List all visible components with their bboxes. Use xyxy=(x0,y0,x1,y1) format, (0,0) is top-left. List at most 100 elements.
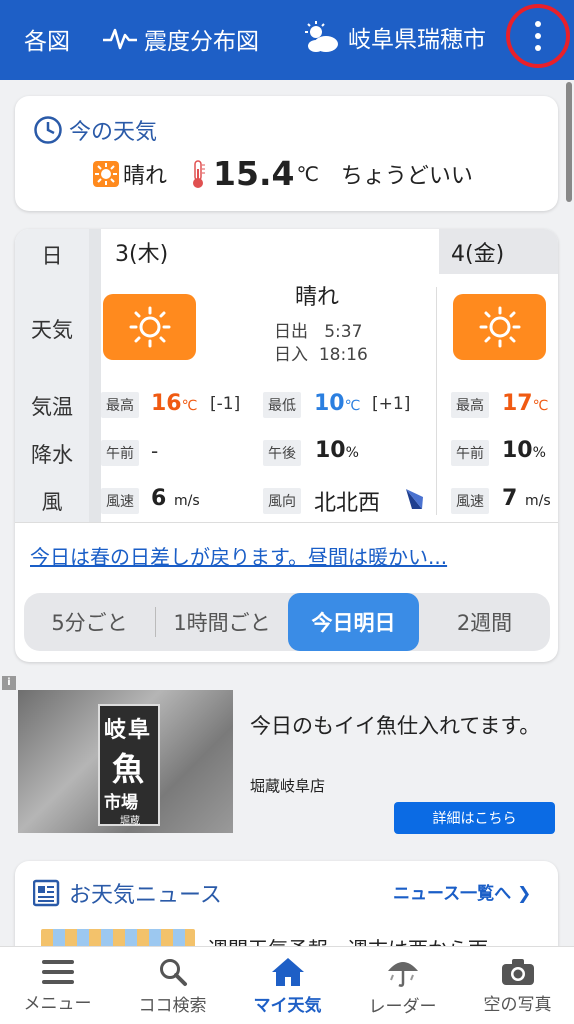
umbrella-icon xyxy=(387,961,418,987)
day1-pm-rain-value: 10 xyxy=(315,438,346,463)
day2-am-rain-unit: % xyxy=(532,445,546,461)
day2-wind-speed-value: 7 xyxy=(502,486,518,511)
day1-wind-speed-unit: m/s xyxy=(173,493,200,509)
label-wind: 風 xyxy=(41,490,63,514)
news-title: お天気ニュース xyxy=(33,877,222,909)
ad-details-button[interactable]: 詳細はこちら xyxy=(394,802,555,834)
day1-sun-times: 日出 5:37 日入 18:16 xyxy=(274,321,368,367)
ad-sign-line4: 堀蔵 xyxy=(120,816,140,827)
tab-my-weather[interactable]: マイ天気 xyxy=(230,947,345,1024)
day2-am-rain: 10% xyxy=(502,438,546,463)
more-dot xyxy=(535,21,541,27)
forecast-divider xyxy=(15,522,558,523)
tab-hourly[interactable]: 1時間ごと xyxy=(156,593,288,651)
more-menu-button[interactable] xyxy=(506,4,570,68)
tab-search-label: ココ検索 xyxy=(138,995,207,1016)
day2-wind-speed-unit: m/s xyxy=(524,493,551,509)
ad-image[interactable]: 岐阜 魚 市場 堀蔵 xyxy=(18,690,233,833)
ad-info-icon[interactable]: i xyxy=(2,676,16,690)
day1-wind-speed: 6 m/s xyxy=(151,486,200,511)
day1-min-unit: ℃ xyxy=(344,398,361,414)
hamburger-icon xyxy=(41,959,74,984)
tab-sky-photo-label: 空の写真 xyxy=(483,994,552,1015)
day2-max-temp: 17℃ xyxy=(502,391,548,416)
home-icon xyxy=(271,957,304,986)
day1-max-unit: ℃ xyxy=(181,398,198,414)
column-separator xyxy=(89,229,101,522)
more-dot xyxy=(535,33,541,39)
day1-pm-rain-unit: % xyxy=(345,445,359,461)
tab-today-tomorrow[interactable]: 今日明日 xyxy=(288,593,419,651)
sunset-label: 日入 xyxy=(274,345,308,365)
news-all-link[interactable]: ニュース一覧へ ❯ xyxy=(393,879,531,904)
current-temp: 15.4 xyxy=(213,154,295,193)
ad-sign-line2: 魚 xyxy=(112,750,145,788)
nav-quake-tab[interactable]: 震度分布図 xyxy=(102,22,259,56)
thermometer-icon xyxy=(193,159,206,188)
current-comment: ちょうどいい xyxy=(340,163,473,189)
day-divider xyxy=(436,287,437,515)
day2-header: 4(金) xyxy=(439,229,558,274)
day1-min-label: 最低 xyxy=(263,392,301,418)
more-dot xyxy=(535,45,541,51)
day1-min-diff: [+1] xyxy=(372,394,411,414)
nav-city-tab[interactable]: 岐阜県瑞穂市 xyxy=(304,20,486,54)
tab-search[interactable]: ココ検索 xyxy=(115,947,230,1024)
day1-date: 3(木) xyxy=(115,241,169,267)
scrollbar[interactable] xyxy=(566,82,572,202)
day2-am-label: 午前 xyxy=(451,440,489,466)
camera-icon xyxy=(501,958,534,985)
current-weather-card: 今の天気 晴れ 15.4 ℃ ちょうどいい xyxy=(15,96,558,211)
chevron-right-icon: ❯ xyxy=(517,884,532,904)
current-condition: 晴れ xyxy=(123,163,168,189)
nav-quake-label: 震度分布図 xyxy=(144,29,259,55)
sun-cloud-icon xyxy=(305,21,338,52)
day1-header: 3(木) xyxy=(101,229,439,274)
day2-wind-speed-label: 風速 xyxy=(451,488,489,514)
day2-am-rain-value: 10 xyxy=(502,438,533,463)
label-rain: 降水 xyxy=(31,443,73,467)
day1-wind-dir: 北北西 xyxy=(314,491,381,516)
wind-arrow-icon xyxy=(406,489,423,509)
day1-am-label: 午前 xyxy=(101,440,139,466)
tab-menu-label: メニュー xyxy=(23,993,92,1014)
sun-icon xyxy=(93,160,119,187)
tab-radar-label: レーダー xyxy=(368,996,437,1017)
day1-wind-speed-value: 6 xyxy=(151,486,167,511)
label-weather: 天気 xyxy=(31,318,73,342)
tab-sky-photo[interactable]: 空の写真 xyxy=(460,947,574,1024)
day1-min-value: 10 xyxy=(314,391,345,416)
current-weather-title-text: 今の天気 xyxy=(69,120,158,145)
nav-map-tab[interactable]: 各図 xyxy=(24,22,70,56)
day1-wind-speed-label: 風速 xyxy=(101,488,139,514)
day1-pm-label: 午後 xyxy=(263,440,301,466)
day1-wind-dir-label: 風向 xyxy=(263,488,301,514)
label-temp: 気温 xyxy=(31,395,73,419)
tab-radar[interactable]: レーダー xyxy=(345,947,460,1024)
day1-max-diff: [-1] xyxy=(210,394,241,414)
newspaper-icon xyxy=(33,879,60,907)
tab-my-weather-label: マイ天気 xyxy=(253,995,322,1016)
day1-condition: 晴れ xyxy=(295,285,340,310)
tab-2weeks[interactable]: 2週間 xyxy=(419,593,550,651)
tab-5min[interactable]: 5分ごと xyxy=(24,593,155,651)
ad-title[interactable]: 今日のもイイ魚仕入れてます。 xyxy=(250,712,550,740)
day1-max-label: 最高 xyxy=(101,392,139,418)
day2-date: 4(金) xyxy=(451,241,505,267)
ad-sign-logo: 岐阜 魚 市場 堀蔵 xyxy=(98,704,160,827)
current-weather-row: 晴れ 15.4 ℃ ちょうどいい xyxy=(93,154,473,193)
day2-max-label: 最高 xyxy=(451,392,489,418)
forecast-card: 日 天気 気温 降水 風 3(木) 4(金) 晴れ 日出 5:37 日入 18:… xyxy=(15,229,558,662)
day2-max-value: 17 xyxy=(502,391,533,416)
current-temp-unit: ℃ xyxy=(296,161,319,186)
day1-max-temp: 16℃ xyxy=(151,391,197,416)
label-day: 日 xyxy=(41,244,63,268)
clock-icon xyxy=(34,116,62,144)
day1-min-temp: 10℃ xyxy=(314,391,360,416)
forecast-comment-link[interactable]: 今日は春の日差しが戻ります。昼間は暖かい... xyxy=(30,541,543,570)
day1-pm-rain: 10% xyxy=(315,438,359,463)
search-icon xyxy=(159,958,187,986)
current-weather-title: 今の天気 xyxy=(33,114,157,146)
day1-max-value: 16 xyxy=(151,391,182,416)
tab-menu[interactable]: メニュー xyxy=(0,947,115,1024)
